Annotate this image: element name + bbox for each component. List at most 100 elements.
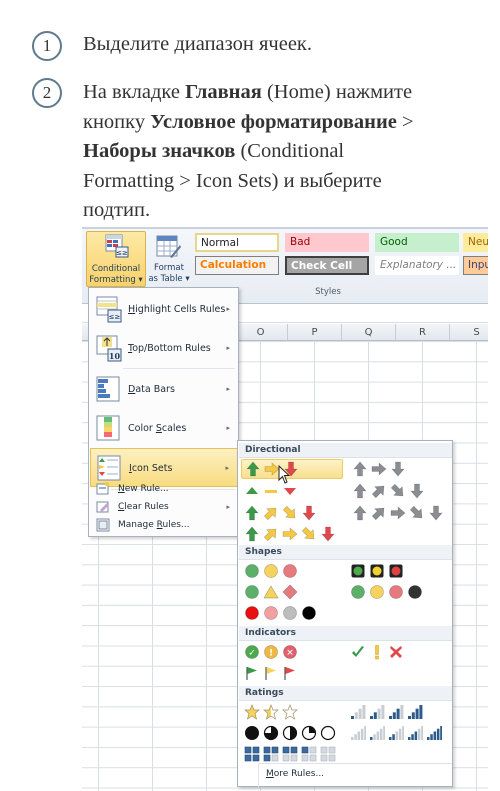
boxes-1-icon [301,746,317,762]
menu-item-highlight-cells-rules[interactable]: ≤≥ Highlight Cells Rules ▸ [90,290,238,329]
circle-gray-icon [283,606,297,620]
svg-text:✕: ✕ [286,649,294,659]
icon-set-5-arrows-gray[interactable] [352,504,444,522]
arrow-up-gray-icon [353,461,367,477]
diamond-red-icon [282,584,298,600]
menu-item-color-scales[interactable]: Color Scales ▸ [90,409,238,448]
column-header-p[interactable]: P [288,324,342,341]
icon-set-red-to-black[interactable] [244,604,317,622]
circle-black-icon [408,585,422,599]
menu-item-label: Clear Rules [118,502,169,512]
menu-item-manage-rules[interactable]: Manage Rules... [90,516,238,534]
column-header-q[interactable]: Q [342,324,396,341]
triangle-yellow-icon [263,585,279,599]
icon-set-3-arrows-gray[interactable] [352,460,406,478]
arrow-up-gray-icon [353,483,367,499]
cell-style-check-cell[interactable]: Check Cell [285,256,369,275]
flag-green-icon [246,667,257,680]
circle-green-icon [245,564,259,578]
icon-set-3-flags[interactable] [244,664,298,682]
submenu-arrow-icon: ▸ [226,305,230,313]
icon-set-3-symbols-uncircled[interactable] [350,643,404,661]
icon-set-3-traffic-lights-unrimmed[interactable] [244,562,298,580]
submenu-arrow-icon: ▸ [226,344,230,352]
section-header-ratings: Ratings [239,686,452,701]
gallery-separator-vertical [258,763,259,787]
svg-text:10: 10 [109,351,121,361]
signal-bars-2-icon [389,726,404,740]
cell-style-normal[interactable]: Normal [195,233,279,252]
icon-set-4-ratings[interactable] [350,703,423,721]
conditional-formatting-label-2: Formatting ▾ [89,275,143,285]
data-bars-icon [96,376,120,402]
cell-style-bad[interactable]: Bad [285,233,369,252]
signal-bars-0-icon [351,726,366,740]
step-2-line-2: кнопку Условное форматирование > [83,110,414,133]
menu-item-new-rule[interactable]: New Rule... [90,480,238,498]
format-as-table-label-1: Format [154,263,184,273]
icon-set-3-arrows-colored[interactable] [241,459,343,479]
step-2-line-4: Formatting > Icon Sets) и выберите [83,169,382,192]
icon-set-4-traffic-lights[interactable] [350,583,423,601]
boxes-4-icon [244,746,260,762]
column-header-r[interactable]: R [396,324,450,341]
format-as-table-button[interactable]: Format as Table ▾ [148,231,190,287]
signal-bars-3-icon [389,705,404,719]
signal-bars-1-icon [351,705,366,719]
cell-style-explanatory[interactable]: Explanatory ... [375,256,459,275]
arrow-right-gray-icon [371,462,387,476]
ribbon-top-border [82,227,488,229]
circle-yellow-icon [370,585,384,599]
traffic-light-green-icon [351,564,365,578]
icon-set-3-traffic-lights-rimmed[interactable] [350,562,404,580]
triangle-down-red-icon [284,488,296,495]
svg-text:!: ! [269,649,273,659]
signal-bars-4-icon [408,705,423,719]
circle-pink-icon [264,606,278,620]
step-number-2: 2 [32,78,62,108]
step-2-line-3: Наборы значков (Conditional [83,140,345,162]
step-2-text: На вкладке Главная (Home) нажмите кнопку… [83,78,414,226]
icon-set-5-quarters[interactable] [244,724,336,742]
cell-style-good[interactable]: Good [375,233,459,252]
more-rules-button[interactable]: More Rules... [266,769,324,779]
icon-set-3-signs[interactable] [244,583,298,601]
exclamation-icon [375,645,379,660]
column-header-s[interactable]: S [450,324,488,341]
boxes-2-icon [282,746,298,762]
column-header-o[interactable]: O [234,324,288,341]
symbol-check-circle-icon: ✓ [245,645,259,659]
cross-icon [390,646,402,658]
menu-item-label: New Rule... [118,484,169,494]
flag-red-icon [284,667,295,680]
highlight-cells-rules-icon: ≤≥ [96,296,122,323]
svg-text:≤≥: ≤≥ [116,249,128,257]
arrow-right-yellow-icon [282,527,298,541]
icon-set-5-boxes[interactable] [244,745,336,763]
conditional-formatting-icon: ≤≥ [105,234,129,258]
circle-black-icon [302,606,316,620]
menu-item-label: Top/Bottom Rules [128,343,211,354]
star-empty-icon [282,704,298,720]
cell-style-calculation[interactable]: Calculation [195,256,279,275]
color-scales-icon [96,415,120,441]
mouse-cursor-icon [278,465,291,484]
icon-set-3-symbols-circled[interactable]: ✓! ✕ [244,643,298,661]
icon-set-5-ratings[interactable] [350,724,442,742]
cell-style-inpu[interactable]: Inpu [463,256,488,275]
signal-bars-1-icon [370,726,385,740]
traffic-light-red-icon [389,564,403,578]
cell-style-neu[interactable]: Neu [463,233,488,252]
icon-set-5-arrows-colored[interactable] [244,525,336,543]
submenu-arrow-icon: ▸ [226,424,230,432]
menu-item-data-bars[interactable]: Data Bars ▸ [90,370,238,409]
quarter-half-icon [282,725,298,741]
arrow-up-green-icon [245,526,259,542]
icon-set-4-arrows-colored[interactable] [244,504,317,522]
menu-item-clear-rules[interactable]: Clear Rules ▸ [90,498,238,516]
icon-set-3-stars[interactable] [244,703,298,721]
conditional-formatting-button[interactable]: ≤≥ Conditional Formatting ▾ [86,231,146,287]
menu-item-top-bottom-rules[interactable]: 10 Top/Bottom Rules ▸ [90,329,238,368]
conditional-formatting-menu: ≤≥ Highlight Cells Rules ▸ 10 Top/Bottom… [88,287,239,537]
icon-set-4-arrows-gray[interactable] [352,482,425,500]
